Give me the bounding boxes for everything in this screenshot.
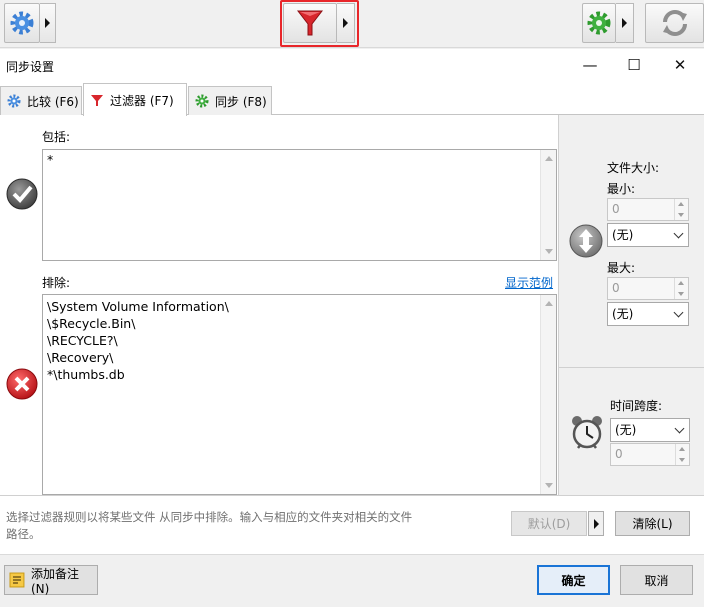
include-label: 包括: xyxy=(42,130,71,144)
include-textarea[interactable]: * xyxy=(42,149,557,261)
file-size-label: 文件大小: xyxy=(607,161,660,175)
max-size-value: 0 xyxy=(612,281,620,295)
time-span-unit-select[interactable]: (无) xyxy=(610,418,690,442)
gear-icon xyxy=(195,94,209,108)
scroll-up-icon xyxy=(545,156,553,161)
exclude-line: \Recovery\ xyxy=(47,350,114,365)
max-size-stepper[interactable] xyxy=(674,278,688,299)
scroll-down-icon xyxy=(545,249,553,254)
max-size-unit: (无) xyxy=(612,307,634,321)
arrow-right-icon xyxy=(45,18,50,28)
time-span-stepper[interactable] xyxy=(675,444,689,465)
gear-icon xyxy=(587,11,611,35)
exclude-scrollbar[interactable] xyxy=(540,295,556,494)
size-arrows-icon xyxy=(569,224,603,258)
dialog-title: 同步设置 xyxy=(6,60,55,74)
arrow-right-icon xyxy=(593,518,599,529)
default-dropdown[interactable] xyxy=(588,511,604,536)
scroll-down-icon xyxy=(545,483,553,488)
hint-text: 选择过滤器规则以将某些文件 从同步中排除。输入与相应的文件夹对相关的文件路径。 xyxy=(6,510,413,541)
tab-filter-label: 过滤器 (F7) xyxy=(110,93,174,108)
tab-filter[interactable]: 过滤器 (F7) xyxy=(83,83,187,116)
alarm-clock-icon xyxy=(572,416,602,449)
exclude-textarea[interactable]: \System Volume Information\ \$Recycle.Bi… xyxy=(42,294,557,495)
min-label: 最小: xyxy=(607,182,636,196)
max-label: 最大: xyxy=(607,261,636,275)
bottom-separator xyxy=(0,495,704,496)
include-scrollbar[interactable] xyxy=(540,150,556,260)
exclude-label: 排除: xyxy=(42,276,71,290)
tab-compare[interactable]: 比较 (F6) xyxy=(0,86,82,115)
tab-compare-label: 比较 (F6) xyxy=(27,94,79,109)
main-toolbar xyxy=(0,0,704,48)
default-button[interactable]: 默认(D) xyxy=(511,511,587,536)
right-separator xyxy=(559,367,704,368)
max-size-input[interactable]: 0 xyxy=(607,277,689,300)
chevron-down-icon xyxy=(673,307,684,318)
cross-icon xyxy=(6,368,38,400)
sync-config-button[interactable] xyxy=(582,3,616,43)
min-size-unit-select[interactable]: (无) xyxy=(607,223,689,247)
time-span-unit: (无) xyxy=(615,423,637,437)
max-size-unit-select[interactable]: (无) xyxy=(607,302,689,326)
tab-sync-label: 同步 (F8) xyxy=(215,94,267,109)
gear-icon xyxy=(10,11,34,35)
min-size-unit: (无) xyxy=(612,228,634,242)
time-span-input[interactable]: 0 xyxy=(610,443,690,466)
time-span-label: 时间跨度: xyxy=(610,399,663,413)
funnel-icon xyxy=(91,95,103,106)
arrow-right-icon xyxy=(622,18,627,28)
exclude-line: \$Recycle.Bin\ xyxy=(47,316,136,331)
vertical-separator xyxy=(558,115,559,495)
checkmark-icon xyxy=(6,178,38,210)
maximize-button[interactable]: ☐ xyxy=(612,52,656,78)
minimize-button[interactable]: — xyxy=(568,52,612,78)
cancel-button[interactable]: 取消 xyxy=(620,565,693,595)
sync-icon xyxy=(662,10,687,36)
gear-icon xyxy=(7,94,21,108)
show-example-link[interactable]: 显示范例 xyxy=(505,274,553,291)
time-span-value: 0 xyxy=(615,447,623,461)
min-size-value: 0 xyxy=(612,202,620,216)
scroll-up-icon xyxy=(545,301,553,306)
exclude-line: \System Volume Information\ xyxy=(47,299,229,314)
start-sync-button[interactable] xyxy=(645,3,704,43)
min-size-input[interactable]: 0 xyxy=(607,198,689,221)
exclude-line: *\thumbs.db xyxy=(47,367,125,382)
exclude-line: \RECYCLE?\ xyxy=(47,333,118,348)
clear-button[interactable]: 清除(L) xyxy=(615,511,690,536)
tab-sync[interactable]: 同步 (F8) xyxy=(188,86,272,115)
add-note-button[interactable]: 添加备注(N) xyxy=(4,565,98,596)
close-button[interactable]: ✕ xyxy=(658,52,702,78)
chevron-down-icon xyxy=(674,423,685,434)
ok-button[interactable]: 确定 xyxy=(537,565,610,595)
add-note-label: 添加备注(N) xyxy=(30,566,79,596)
include-line: * xyxy=(47,152,54,167)
compare-config-dropdown[interactable] xyxy=(40,3,56,43)
min-size-stepper[interactable] xyxy=(674,199,688,220)
note-icon xyxy=(9,572,25,588)
highlight-box xyxy=(280,0,359,47)
compare-config-button[interactable] xyxy=(4,3,40,43)
sync-config-dropdown[interactable] xyxy=(616,3,634,43)
chevron-down-icon xyxy=(673,228,684,239)
